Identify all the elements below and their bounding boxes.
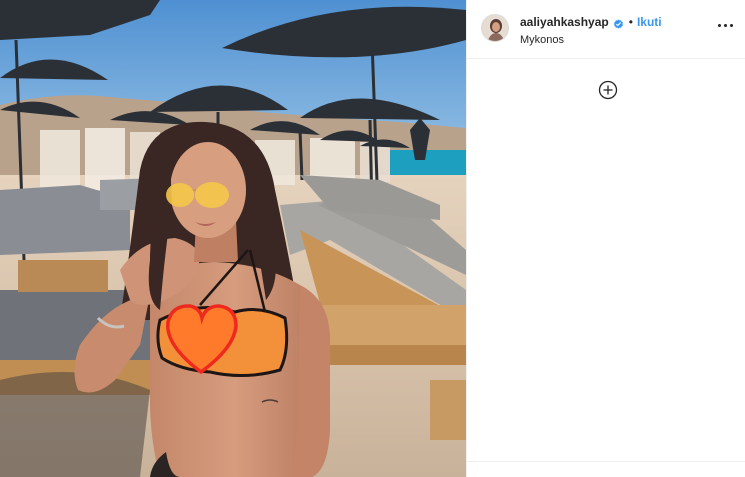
follow-button[interactable]: Ikuti: [637, 15, 662, 29]
beach-photo: [0, 0, 466, 477]
separator-dot: •: [628, 15, 633, 29]
divider: [467, 461, 745, 462]
post-header: aaliyahkashyap • Ikuti Mykonos: [467, 0, 745, 59]
verified-badge-icon: [613, 17, 624, 29]
post-header-meta: aaliyahkashyap • Ikuti Mykonos: [520, 14, 720, 46]
username-row: aaliyahkashyap • Ikuti: [520, 14, 720, 30]
add-circle-icon[interactable]: [598, 80, 618, 100]
username-link[interactable]: aaliyahkashyap: [520, 15, 609, 29]
avatar[interactable]: [481, 14, 509, 42]
location-link[interactable]: Mykonos: [520, 34, 720, 46]
avatar-photo: [482, 15, 508, 41]
post-side-panel: aaliyahkashyap • Ikuti Mykonos: [466, 0, 745, 477]
instagram-post: aaliyahkashyap • Ikuti Mykonos: [0, 0, 745, 477]
post-photo[interactable]: [0, 0, 466, 477]
more-options-icon[interactable]: [718, 20, 734, 30]
